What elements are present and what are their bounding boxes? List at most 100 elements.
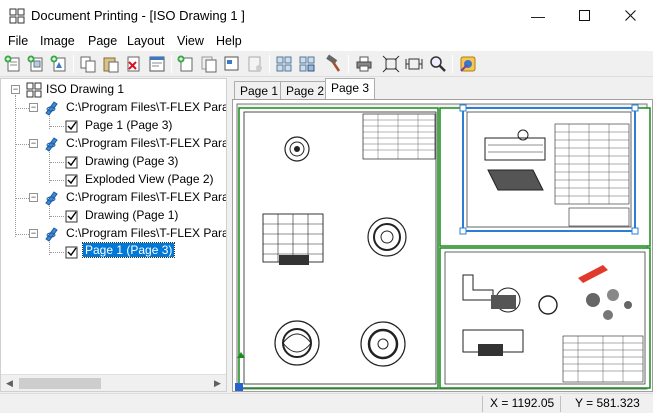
- menu-bar: File Image Page Layout View Help: [0, 31, 653, 51]
- tree-page-label[interactable]: Drawing (Page 3): [85, 154, 178, 168]
- delete-icon: [127, 56, 140, 72]
- tree-connector: [49, 149, 50, 183]
- menu-help[interactable]: Help: [216, 34, 242, 48]
- app-icon: [9, 8, 25, 24]
- tree-doc-label[interactable]: C:\Program Files\T-FLEX Parar: [66, 190, 226, 204]
- tree-horizontal-scrollbar[interactable]: ◀ ▶: [1, 374, 226, 391]
- menu-view[interactable]: View: [177, 34, 204, 48]
- fit-width-button[interactable]: [404, 54, 424, 74]
- window-title: Document Printing - [ISO Drawing 1 ]: [31, 8, 245, 23]
- sheet-drawing-left[interactable]: [235, 107, 439, 391]
- tree-page-label-selected[interactable]: Page 1 (Page 3): [81, 242, 176, 258]
- add-sheet-button[interactable]: [3, 54, 23, 74]
- tree-root-label[interactable]: ISO Drawing 1: [46, 82, 124, 96]
- print-layout-canvas[interactable]: [232, 99, 653, 392]
- tflex-document-icon: [43, 136, 59, 152]
- zoom-button[interactable]: [428, 54, 448, 74]
- paste-icon: [103, 57, 119, 73]
- page-delete-icon: [248, 56, 262, 72]
- chevron-right-icon: ▶: [214, 378, 221, 388]
- tree-page-label[interactable]: Exploded View (Page 2): [85, 172, 214, 186]
- grid-layout-2-icon: [299, 56, 315, 72]
- checkbox-checked-icon[interactable]: [64, 118, 80, 134]
- checkbox-checked-icon[interactable]: [64, 154, 80, 170]
- tflex-document-icon: [43, 226, 59, 242]
- page-delete-button[interactable]: [245, 54, 265, 74]
- menu-layout[interactable]: Layout: [127, 34, 165, 48]
- tree-page-label[interactable]: Drawing (Page 1): [85, 208, 178, 222]
- hammer-button[interactable]: [324, 54, 344, 74]
- toolbar-separator: [348, 55, 349, 73]
- root-drawing-icon: [26, 82, 42, 98]
- tree-collapse-toggle[interactable]: −: [29, 229, 38, 238]
- paste-button[interactable]: [101, 54, 121, 74]
- new-page-button[interactable]: [176, 54, 196, 74]
- close-icon: [624, 10, 636, 21]
- fit-page-icon: [382, 55, 400, 73]
- sheet-drawing-bottom-right[interactable]: [439, 247, 651, 389]
- tree-connector: [50, 126, 64, 127]
- minimize-button[interactable]: —: [515, 0, 561, 31]
- layout-preview: [233, 100, 652, 391]
- add-page-button[interactable]: [49, 54, 69, 74]
- properties-button[interactable]: [147, 54, 167, 74]
- status-x-coordinate: X = 1192.05: [490, 396, 555, 410]
- tree-connector: [16, 198, 29, 199]
- fit-page-button[interactable]: [381, 54, 401, 74]
- page-tabs: Page 1 Page 2 Page 3: [232, 78, 653, 100]
- tab-page-3[interactable]: Page 3: [325, 78, 376, 100]
- tab-label: Page 2: [286, 84, 325, 98]
- tab-page-2[interactable]: Page 2: [280, 81, 331, 100]
- tab-page-1[interactable]: Page 1: [234, 81, 285, 100]
- minimize-icon: —: [531, 7, 545, 24]
- toolbar: [0, 51, 653, 77]
- grid-layout-icon: [276, 56, 292, 72]
- delete-button[interactable]: [124, 54, 144, 74]
- checkbox-checked-icon[interactable]: [64, 172, 80, 188]
- properties-icon: [149, 56, 165, 72]
- hammer-icon: [326, 54, 341, 72]
- add-page-icon: [50, 55, 66, 72]
- tree-collapse-toggle[interactable]: −: [29, 103, 38, 112]
- tree-doc-label[interactable]: C:\Program Files\T-FLEX Parar: [66, 100, 226, 114]
- page-settings-button[interactable]: [222, 54, 242, 74]
- add-sheet-icon: [4, 55, 20, 72]
- page-settings-icon: [224, 56, 239, 71]
- checkbox-checked-icon[interactable]: [64, 208, 80, 224]
- scrollbar-thumb[interactable]: [19, 378, 101, 389]
- scroll-right-button[interactable]: ▶: [209, 375, 226, 391]
- print-button[interactable]: [354, 54, 374, 74]
- sheet-drawing-top-right[interactable]: [439, 104, 651, 247]
- add-copy-button[interactable]: [26, 54, 46, 74]
- copy-button[interactable]: [78, 54, 98, 74]
- tree-connector: [16, 144, 29, 145]
- document-tree[interactable]: − ISO Drawing 1 − C:\Program Files\T-FLE…: [0, 78, 227, 392]
- add-copy-icon: [27, 55, 43, 72]
- menu-image[interactable]: Image: [40, 34, 75, 48]
- settings-wizard-button[interactable]: [458, 54, 478, 74]
- grid-layout-button[interactable]: [274, 54, 294, 74]
- tree-page-label[interactable]: Page 1 (Page 3): [85, 118, 172, 132]
- checkbox-checked-icon[interactable]: [64, 244, 80, 260]
- status-y-coordinate: Y = 581.323: [575, 396, 640, 410]
- tree-doc-label[interactable]: C:\Program Files\T-FLEX Parar: [66, 226, 226, 240]
- maximize-button[interactable]: [561, 0, 607, 31]
- tab-label: Page 3: [331, 81, 370, 95]
- tree-connector: [50, 252, 64, 253]
- tree-collapse-toggle[interactable]: −: [29, 193, 38, 202]
- close-button[interactable]: [607, 0, 653, 31]
- new-page-icon: [177, 55, 193, 72]
- menu-page[interactable]: Page: [88, 34, 117, 48]
- status-bar: X = 1192.05 Y = 581.323: [0, 393, 653, 413]
- copy-icon: [80, 56, 96, 73]
- status-divider: [560, 396, 561, 412]
- scroll-left-button[interactable]: ◀: [1, 375, 18, 391]
- status-divider: [482, 396, 483, 412]
- menu-file[interactable]: File: [8, 34, 28, 48]
- tree-collapse-toggle[interactable]: −: [11, 85, 20, 94]
- tree-doc-label[interactable]: C:\Program Files\T-FLEX Parar: [66, 136, 226, 150]
- toolbar-separator: [73, 55, 74, 73]
- duplicate-page-button[interactable]: [199, 54, 219, 74]
- grid-layout-2-button[interactable]: [297, 54, 317, 74]
- tree-collapse-toggle[interactable]: −: [29, 139, 38, 148]
